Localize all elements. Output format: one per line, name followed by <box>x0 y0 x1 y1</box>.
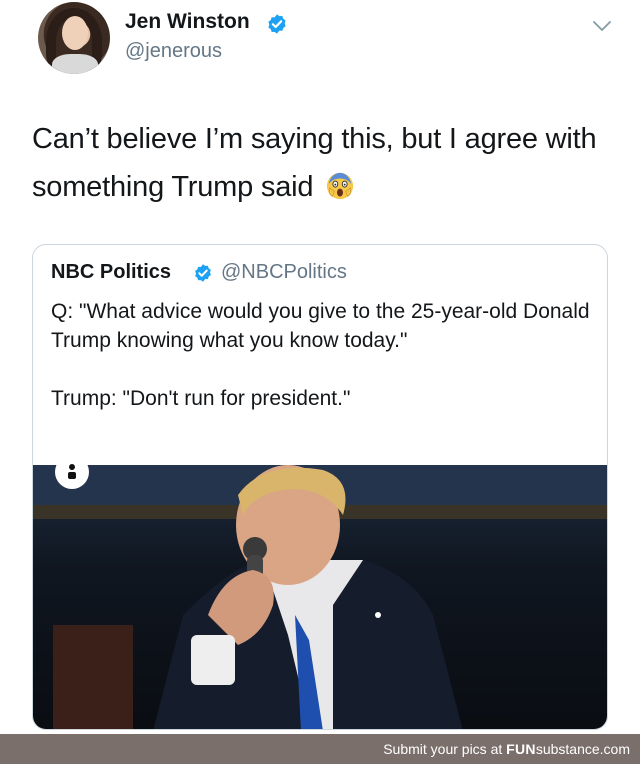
watermark-suffix: .com <box>599 741 630 757</box>
watermark-brand-bold: FUN <box>506 741 536 757</box>
avatar-face <box>62 16 88 50</box>
author-handle[interactable]: @jenerous <box>125 40 222 63</box>
quoted-tweet-text: Q: "What advice would you give to the 25… <box>51 297 591 442</box>
watermark-text[interactable]: Submit your pics at FUNsubstance.com <box>383 741 630 757</box>
author-avatar[interactable] <box>38 2 110 74</box>
quoted-author-handle[interactable]: @NBCPolitics <box>221 261 347 284</box>
watermark-bar: Submit your pics at FUNsubstance.com <box>0 734 640 764</box>
quoted-author-display-name[interactable]: NBC Politics <box>51 261 171 284</box>
verified-badge-icon <box>195 264 211 282</box>
quoted-tweet-card[interactable]: NBC Politics @NBCPolitics Q: "What advic… <box>32 244 608 730</box>
quoted-tweet-photo[interactable] <box>33 465 607 729</box>
screaming-face-emoji-icon <box>327 172 354 200</box>
photo-illustration <box>33 465 607 729</box>
tweet-text-body: Can’t believe I’m saying this, but I agr… <box>32 123 597 203</box>
watermark-brand-rest: substance <box>535 741 600 757</box>
tweet-text: Can’t believe I’m saying this, but I agr… <box>32 115 612 211</box>
user-icon[interactable] <box>55 455 89 489</box>
quoted-tweet-question: Q: "What advice would you give to the 25… <box>51 300 590 352</box>
verified-badge-icon <box>268 14 286 34</box>
author-display-name[interactable]: Jen Winston <box>125 10 250 34</box>
watermark-prefix: Submit your pics at <box>383 741 507 757</box>
avatar-shirt <box>52 54 98 74</box>
quoted-tweet-answer: Trump: "Don't run for president." <box>51 387 351 410</box>
chevron-down-icon[interactable] <box>590 16 614 36</box>
